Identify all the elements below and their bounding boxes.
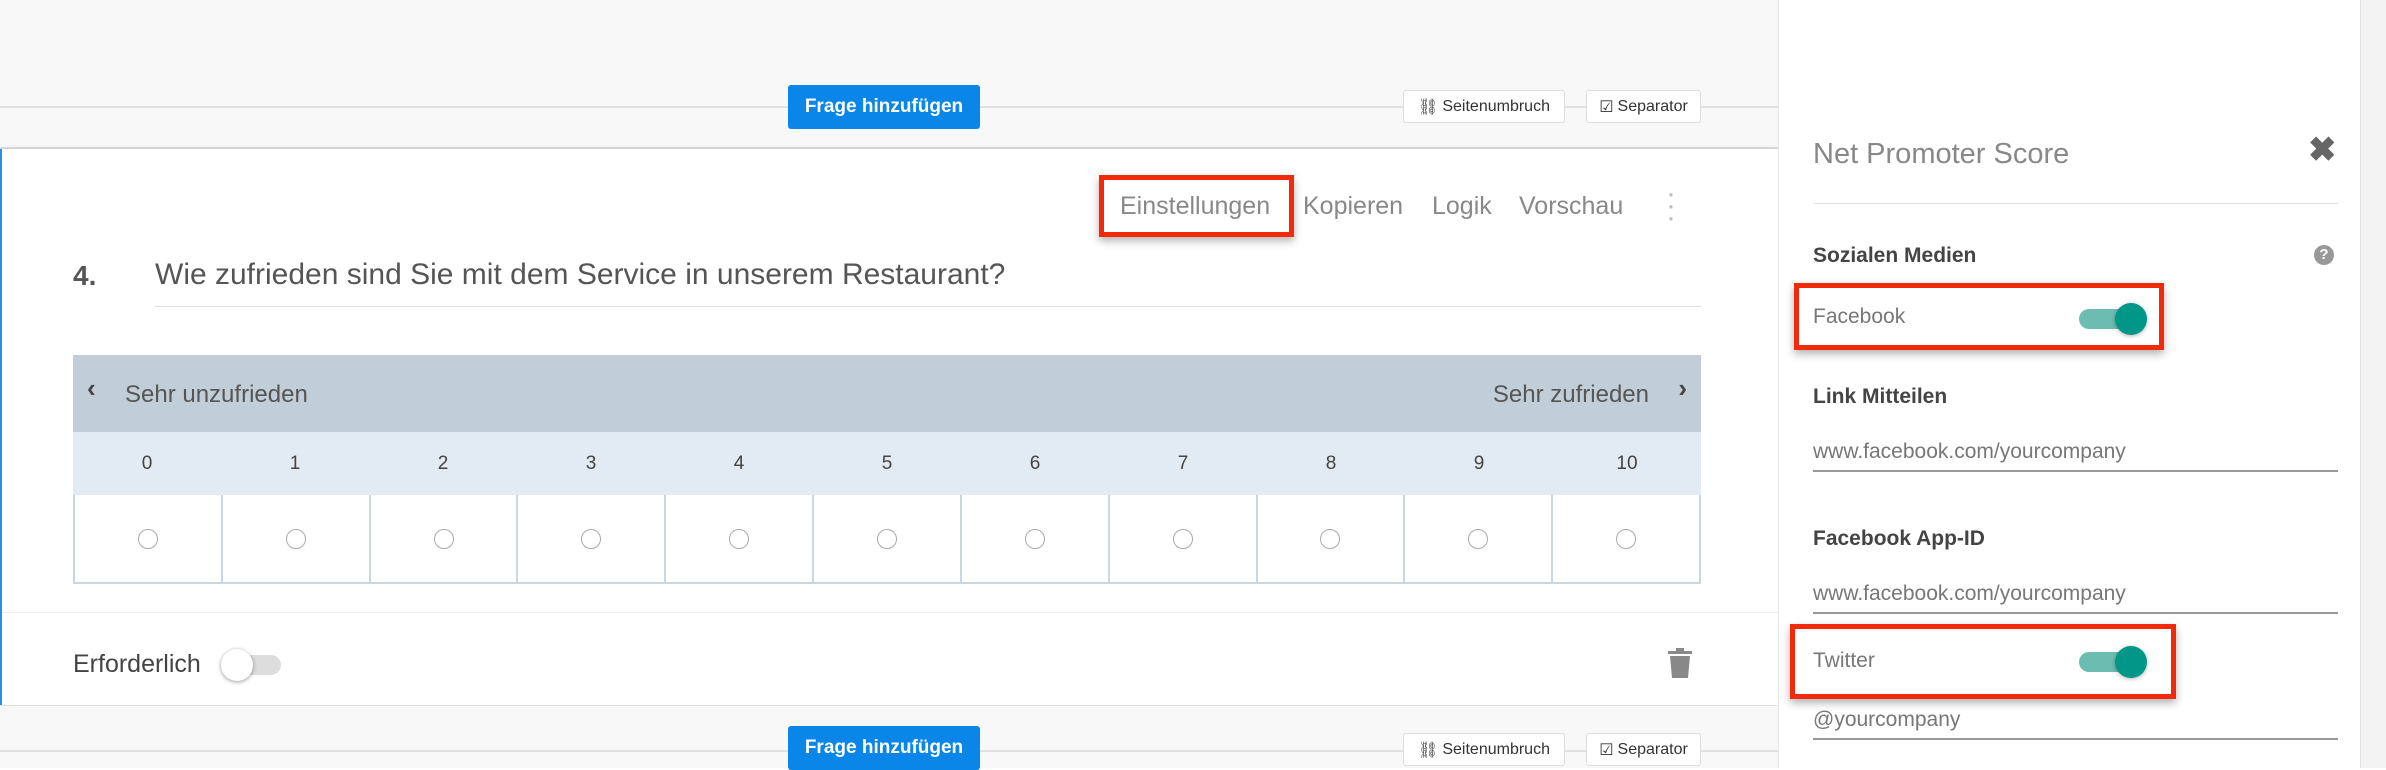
scale-value: 10 <box>1616 453 1638 474</box>
required-label: Erforderlich <box>73 650 201 678</box>
panel-title: Net Promoter Score <box>1813 138 2070 170</box>
scale-left-label: Sehr unzufrieden <box>125 381 308 408</box>
scale-cell <box>664 495 812 582</box>
separator-label: Separator <box>1617 740 1688 758</box>
scale-cell <box>812 495 960 582</box>
question-text[interactable]: Wie zufrieden sind Sie mit dem Service i… <box>155 258 1005 292</box>
copy-link[interactable]: Kopieren <box>1303 192 1403 221</box>
page-break-icon: ⛓ <box>1418 98 1439 116</box>
chevron-right-icon[interactable]: › <box>1678 373 1687 404</box>
footer-divider <box>2 612 1778 613</box>
page-break-icon: ⛓ <box>1418 741 1439 759</box>
scale-radios-row <box>73 495 1701 584</box>
scale-radio[interactable] <box>137 528 158 549</box>
question-underline <box>155 306 1701 307</box>
app-id-label: Facebook App-ID <box>1813 527 1985 550</box>
nps-scale: ‹ Sehr unzufrieden Sehr zufrieden › 0 1 2 3… <box>73 355 1701 584</box>
scale-radio[interactable] <box>1616 528 1637 549</box>
share-link-input[interactable] <box>1813 440 2338 472</box>
scale-cell <box>1255 495 1404 582</box>
close-icon[interactable]: ✖ <box>2308 130 2337 170</box>
share-link-label: Link Mitteilen <box>1813 385 1948 408</box>
page-break-button[interactable]: ⛓ Seitenumbruch <box>1403 90 1565 123</box>
panel-divider <box>1813 203 2338 204</box>
scale-radio[interactable] <box>1320 528 1341 549</box>
scale-cell <box>368 495 517 582</box>
scale-cell <box>1403 495 1551 582</box>
panel-scrollbar[interactable] <box>2360 0 2386 768</box>
scale-right-label: Sehr zufrieden <box>1492 381 1649 408</box>
scale-values-row: 0 1 2 3 4 5 6 7 8 9 10 <box>73 432 1701 495</box>
required-toggle[interactable] <box>221 649 281 681</box>
page-break-label: Seitenumbruch <box>1442 97 1550 115</box>
facebook-label: Facebook <box>1813 305 1906 328</box>
scale-cell <box>220 495 369 582</box>
scale-radio[interactable] <box>1468 528 1489 549</box>
twitter-toggle[interactable] <box>2079 646 2147 678</box>
page-break-button[interactable]: ⛓ Seitenumbruch <box>1403 733 1565 766</box>
scale-radio[interactable] <box>581 528 602 549</box>
facebook-toggle[interactable] <box>2079 303 2147 335</box>
preview-link[interactable]: Vorschau <box>1519 192 1623 221</box>
help-icon[interactable]: ? <box>2314 245 2334 265</box>
scale-radio[interactable] <box>729 528 750 549</box>
trash-icon[interactable] <box>1668 648 1692 678</box>
scale-value: 7 <box>1177 453 1189 474</box>
scale-value: 3 <box>585 453 597 474</box>
scale-value: 4 <box>733 453 745 474</box>
scale-radio[interactable] <box>1024 528 1045 549</box>
scale-cell <box>75 495 221 582</box>
scale-radio[interactable] <box>285 528 306 549</box>
more-options-icon[interactable]: · · · <box>1664 179 1678 233</box>
scale-header: ‹ Sehr unzufrieden Sehr zufrieden › <box>73 355 1701 432</box>
scale-value: 8 <box>1325 453 1337 474</box>
checkbox-icon: ☑ <box>1599 98 1614 116</box>
scale-radio[interactable] <box>1172 528 1193 549</box>
highlight-box <box>1099 175 1294 237</box>
add-question-button[interactable]: Frage hinzufügen <box>788 85 980 129</box>
scale-value: 5 <box>881 453 893 474</box>
social-media-label: Sozialen Medien <box>1813 244 1977 267</box>
separator-label: Separator <box>1617 97 1688 115</box>
logic-link[interactable]: Logik <box>1432 192 1492 221</box>
checkbox-icon: ☑ <box>1599 741 1614 759</box>
scale-value: 9 <box>1473 453 1485 474</box>
scale-value: 0 <box>141 453 153 474</box>
chevron-left-icon[interactable]: ‹ <box>87 373 96 404</box>
separator-button[interactable]: ☑ Separator <box>1586 90 1701 123</box>
page-break-label: Seitenumbruch <box>1442 740 1550 758</box>
twitter-label: Twitter <box>1813 649 1875 672</box>
scale-value: 6 <box>1029 453 1041 474</box>
separator-button[interactable]: ☑ Separator <box>1586 733 1701 766</box>
scale-cell <box>959 495 1108 582</box>
scale-value: 1 <box>289 453 301 474</box>
twitter-handle-input[interactable] <box>1813 708 2338 740</box>
scale-value: 2 <box>437 453 449 474</box>
question-number: 4. <box>73 260 97 291</box>
scale-cell <box>516 495 664 582</box>
app-id-input[interactable] <box>1813 582 2338 614</box>
scale-radio[interactable] <box>433 528 454 549</box>
add-question-button[interactable]: Frage hinzufügen <box>788 726 980 770</box>
scale-radio[interactable] <box>876 528 897 549</box>
scale-cell <box>1551 495 1699 582</box>
scale-cell <box>1107 495 1256 582</box>
